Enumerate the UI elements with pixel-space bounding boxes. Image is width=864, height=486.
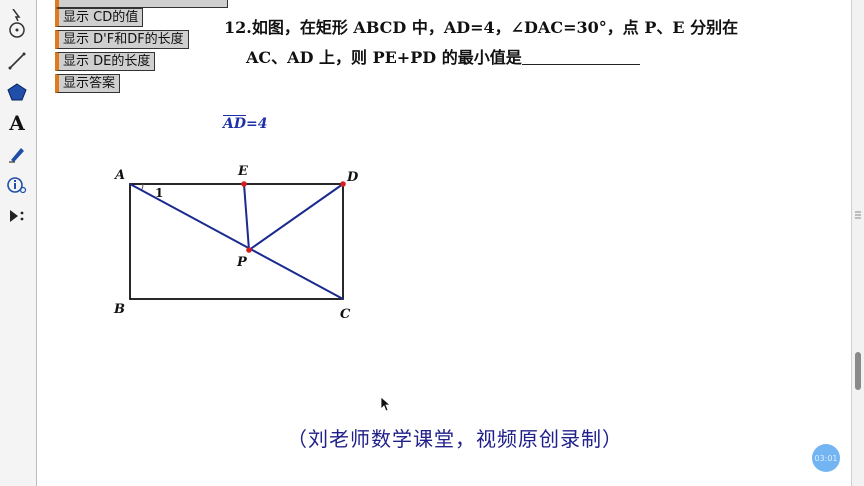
timer-badge: 03:01 [812,444,840,472]
segment-pe [243,183,250,251]
polygon-icon[interactable] [4,79,30,105]
sketch-canvas[interactable]: 显示 CD的值 显示 D'F和DF的长度 显示 DE的长度 显示答案 12.如图… [37,0,852,486]
information-icon[interactable] [4,172,30,198]
watermark-caption: （刘老师数学课堂，视频原创录制） [287,427,623,451]
straightedge-icon[interactable] [4,48,30,74]
marker-icon[interactable] [4,141,30,167]
segment-ac [129,183,344,300]
label-a: A [113,168,125,183]
point-p [246,247,252,253]
mouse-cursor-icon [380,396,392,412]
point-d [340,181,346,187]
label-b: B [113,302,125,317]
label-angle-1: 1 [155,186,163,200]
compass-circle-icon[interactable] [4,17,30,43]
vertical-scrollbar[interactable] [851,0,864,486]
text-tool-icon[interactable]: A [4,110,30,136]
scrollbar-thumb[interactable] [855,352,861,390]
point-e [241,181,247,187]
segment-pd [248,183,344,251]
label-p: P [236,255,248,270]
label-d: D [346,170,359,185]
label-e: E [237,164,249,179]
custom-tools-icon[interactable] [4,203,30,229]
geometry-figure: A 1 E D P B C [113,164,359,322]
tool-palette: A [0,0,37,486]
scroll-marker-icon [855,211,861,219]
label-c: C [340,307,351,322]
